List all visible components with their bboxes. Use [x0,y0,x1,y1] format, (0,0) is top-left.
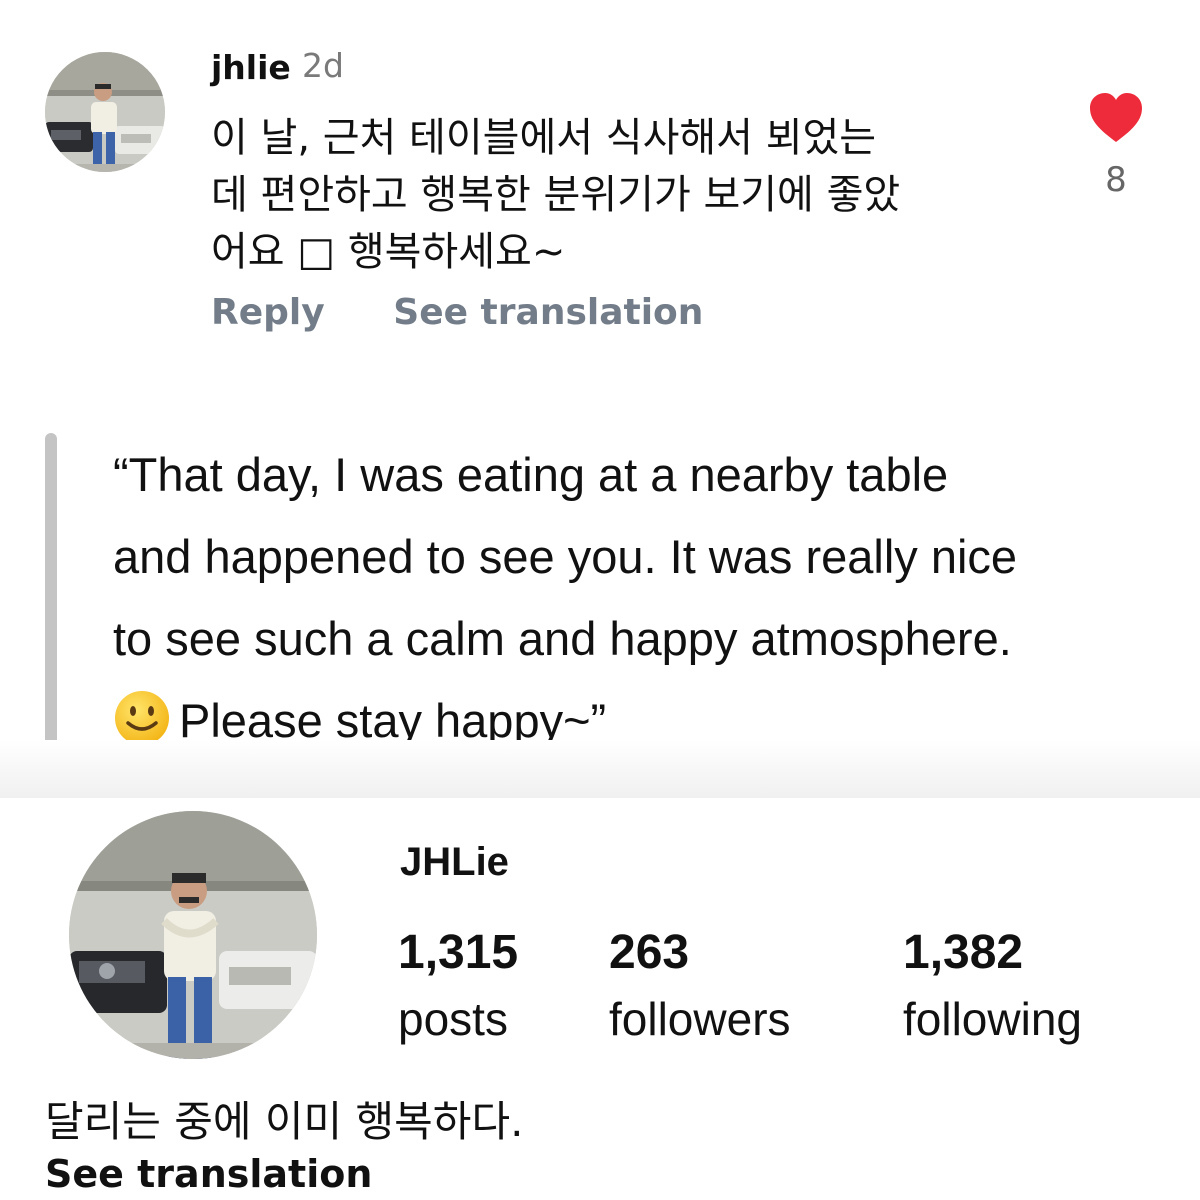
comment-actions: Reply See translation [211,292,703,333]
posts-label: posts [398,993,508,1045]
section-divider [0,740,1200,798]
avatar-photo-icon [45,52,165,172]
comment-username[interactable]: jhlie [211,48,291,87]
posts-count: 1,315 [398,926,519,979]
profile-card: JHLie 1,315 posts 263 followers 1,382 fo… [0,798,1200,1200]
quote-bar [45,433,57,758]
following-label: following [903,993,1082,1045]
profile-display-name: JHLie [400,840,509,884]
comment-text-line: 어요 □ 행복하세요~ [211,229,566,275]
bio-see-translation-button[interactable]: See translation [45,1152,372,1196]
followers-label: followers [609,993,791,1045]
comment-text-line: 이 날, 근처 테이블에서 식사해서 뵈었는 [211,115,877,161]
comment: jhlie 2d 이 날, 근처 테이블에서 식사해서 뵈었는 데 편안하고 행… [0,0,1200,370]
followers-stat[interactable]: 263 followers [609,926,791,1046]
smiling-face-emoji-icon [115,691,169,745]
see-translation-button[interactable]: See translation [393,292,703,333]
reply-button[interactable]: Reply [211,292,325,333]
followers-count: 263 [609,926,690,979]
avatar-photo-icon [69,811,317,1059]
posts-stat[interactable]: 1,315 posts [398,926,518,1046]
heart-icon[interactable] [1088,92,1144,144]
following-count: 1,382 [903,926,1024,979]
translation-line: to see such a calm and happy atmosphere. [113,612,1012,665]
comment-avatar[interactable] [45,52,165,172]
profile-avatar[interactable] [69,811,317,1059]
comment-text-line: 데 편안하고 행복한 분위기가 보기에 좋았 [211,172,901,218]
like-control[interactable]: 8 [1086,92,1146,200]
translation-line: “That day, I was eating at a nearby tabl… [113,448,949,501]
comment-text: 이 날, 근처 테이블에서 식사해서 뵈었는 데 편안하고 행복한 분위기가 보… [211,110,1041,281]
comment-timestamp: 2d [302,46,344,85]
following-stat[interactable]: 1,382 following [903,926,1082,1046]
translation-line: and happened to see you. It was really n… [113,530,1018,583]
translation-quote: “That day, I was eating at a nearby tabl… [113,434,1193,762]
like-count: 8 [1105,160,1127,200]
profile-bio: 달리는 중에 이미 행복하다. [45,1097,524,1146]
